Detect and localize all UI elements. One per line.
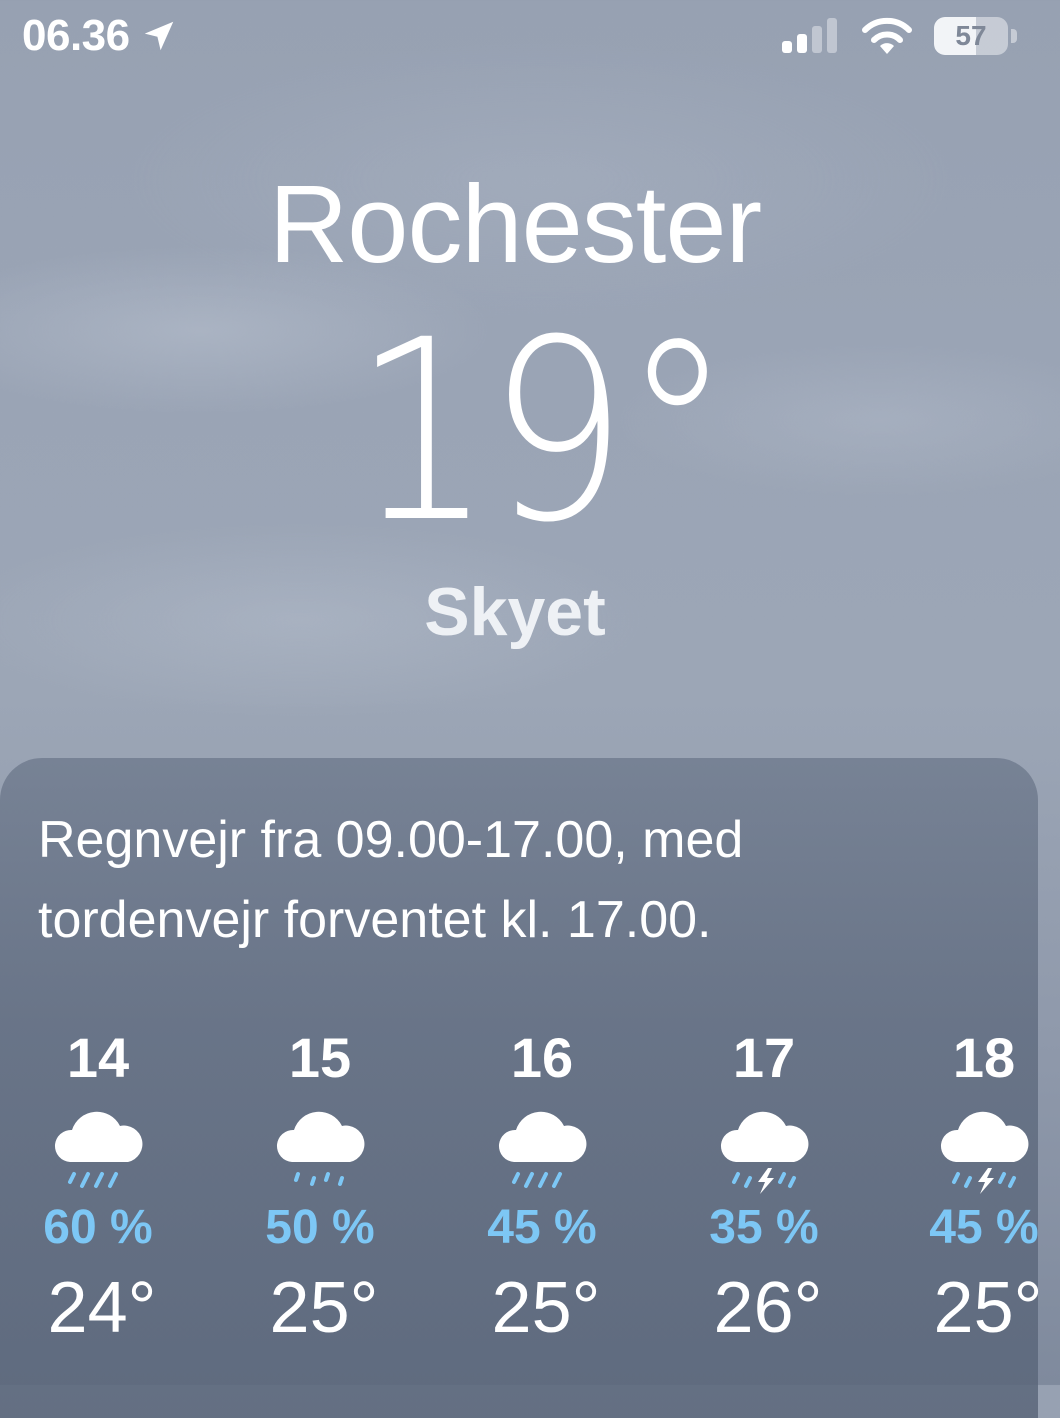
precipitation-chance: 45 % xyxy=(487,1201,597,1254)
cloud-bolt-rain-icon xyxy=(940,1111,1029,1194)
hour-item: 16 45 % 25° xyxy=(452,1026,632,1350)
city-name: Rochester xyxy=(268,163,762,286)
hour-temperature: 25° xyxy=(933,1268,1043,1348)
forecast-summary: Regnvejr fra 09.00-17.00, med tordenvejr… xyxy=(38,800,938,960)
hour-item: 18 45 % 25° xyxy=(894,1026,1060,1350)
hour-temperature: 24° xyxy=(47,1268,157,1348)
hour-item: 14 60 % 24° xyxy=(8,1026,188,1350)
precipitation-chance: 35 % xyxy=(709,1201,819,1254)
current-weather-header: Rochester 19° Skyet xyxy=(0,160,1060,652)
hour-temperature: 26° xyxy=(713,1268,823,1348)
precipitation-chance: 50 % xyxy=(265,1201,375,1254)
hour-label: 15 xyxy=(288,1026,352,1089)
hour-temperature: 25° xyxy=(269,1268,379,1348)
hour-label: 14 xyxy=(66,1026,130,1089)
forecast-summary-line2: tordenvejr forventet kl. 17.00. xyxy=(38,891,712,949)
cloud-rain-icon xyxy=(54,1111,143,1188)
status-bar: 06.36 57 xyxy=(0,0,1060,80)
cloud-bolt-rain-icon xyxy=(720,1111,809,1194)
hour-label: 18 xyxy=(952,1026,1016,1089)
location-arrow-icon xyxy=(144,21,173,51)
cloud-rain-icon xyxy=(498,1111,587,1188)
cellular-signal-icon xyxy=(782,18,837,53)
battery-level: 57 xyxy=(955,20,987,51)
battery-indicator: 57 xyxy=(934,16,1018,56)
cloud-drizzle-icon xyxy=(276,1111,365,1186)
battery-cap xyxy=(1011,29,1017,43)
hourly-forecast-card[interactable]: Regnvejr fra 09.00-17.00, med tordenvejr… xyxy=(0,758,1042,1418)
status-indicators: 57 xyxy=(782,16,1018,56)
wifi-icon xyxy=(862,17,912,54)
hour-label: 16 xyxy=(510,1026,574,1089)
hour-temperature: 25° xyxy=(491,1268,601,1348)
forecast-summary-line1: Regnvejr fra 09.00-17.00, med xyxy=(38,811,744,869)
hourly-forecast-list[interactable]: 14 60 % 24° 15 50 % 25° 16 45 % 25° 17 3… xyxy=(0,1026,1060,1386)
current-temperature: 19° xyxy=(352,286,732,577)
status-time-group: 06.36 xyxy=(22,10,178,62)
status-time: 06.36 xyxy=(22,11,130,60)
precipitation-chance: 45 % xyxy=(929,1201,1039,1254)
hour-item: 17 35 % 26° xyxy=(674,1026,854,1350)
hour-item: 15 50 % 25° xyxy=(230,1026,410,1350)
weather-condition: Skyet xyxy=(424,574,606,650)
precipitation-chance: 60 % xyxy=(43,1201,153,1254)
hour-label: 17 xyxy=(732,1026,796,1089)
battery-body: 57 xyxy=(934,17,1008,55)
